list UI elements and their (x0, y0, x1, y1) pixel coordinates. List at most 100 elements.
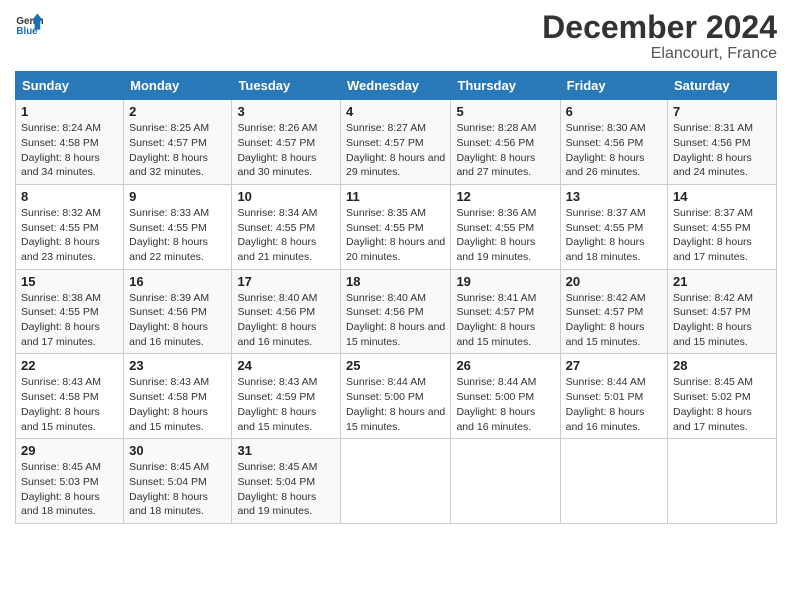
calendar-cell: 19 Sunrise: 8:41 AMSunset: 4:57 PMDayligh… (451, 269, 560, 354)
logo: General Blue (15, 10, 43, 38)
day-info: Sunrise: 8:24 AMSunset: 4:58 PMDaylight:… (21, 121, 118, 180)
day-info: Sunrise: 8:25 AMSunset: 4:57 PMDaylight:… (129, 121, 226, 180)
calendar-week-row: 8 Sunrise: 8:32 AMSunset: 4:55 PMDaylight… (16, 184, 777, 269)
day-number: 11 (346, 189, 445, 204)
day-info: Sunrise: 8:37 AMSunset: 4:55 PMDaylight:… (673, 206, 771, 265)
day-number: 16 (129, 274, 226, 289)
location-subtitle: Elancourt, France (542, 45, 777, 63)
day-number: 18 (346, 274, 445, 289)
calendar-cell: 18 Sunrise: 8:40 AMSunset: 4:56 PMDayligh… (341, 269, 451, 354)
calendar-cell: 9 Sunrise: 8:33 AMSunset: 4:55 PMDaylight… (124, 184, 232, 269)
calendar-cell: 12Sunrise: 8:36 AMSunset: 4:55 PMDayligh… (451, 184, 560, 269)
calendar-cell: 29Sunrise: 8:45 AMSunset: 5:03 PMDayligh… (16, 439, 124, 524)
logo-icon: General Blue (15, 10, 43, 38)
day-number: 6 (566, 104, 662, 119)
calendar-cell: 30 Sunrise: 8:45 AMSunset: 5:04 PMDayligh… (124, 439, 232, 524)
day-number: 19 (456, 274, 554, 289)
calendar-cell: 26Sunrise: 8:44 AMSunset: 5:00 PMDayligh… (451, 354, 560, 439)
day-info: Sunrise: 8:26 AMSunset: 4:57 PMDaylight:… (237, 121, 335, 180)
calendar-cell: 14 Sunrise: 8:37 AMSunset: 4:55 PMDayligh… (668, 184, 777, 269)
calendar-week-row: 15Sunrise: 8:38 AMSunset: 4:55 PMDayligh… (16, 269, 777, 354)
day-number: 28 (673, 358, 771, 373)
day-number: 7 (673, 104, 771, 119)
calendar-cell (560, 439, 667, 524)
day-info: Sunrise: 8:31 AMSunset: 4:56 PMDaylight:… (673, 121, 771, 180)
calendar-cell: 17 Sunrise: 8:40 AMSunset: 4:56 PMDayligh… (232, 269, 341, 354)
day-info: Sunrise: 8:45 AMSunset: 5:02 PMDaylight:… (673, 375, 771, 434)
calendar-cell: 22 Sunrise: 8:43 AMSunset: 4:58 PMDayligh… (16, 354, 124, 439)
calendar-header-wednesday: Wednesday (341, 72, 451, 100)
day-info: Sunrise: 8:45 AMSunset: 5:04 PMDaylight:… (129, 460, 226, 519)
day-info: Sunrise: 8:41 AMSunset: 4:57 PMDaylight:… (456, 291, 554, 350)
day-info: Sunrise: 8:27 AMSunset: 4:57 PMDaylight:… (346, 121, 445, 180)
day-info: Sunrise: 8:32 AMSunset: 4:55 PMDaylight:… (21, 206, 118, 265)
calendar-cell: 15Sunrise: 8:38 AMSunset: 4:55 PMDayligh… (16, 269, 124, 354)
calendar-cell: 3 Sunrise: 8:26 AMSunset: 4:57 PMDaylight… (232, 100, 341, 185)
calendar-cell: 21 Sunrise: 8:42 AMSunset: 4:57 PMDayligh… (668, 269, 777, 354)
calendar-week-row: 29Sunrise: 8:45 AMSunset: 5:03 PMDayligh… (16, 439, 777, 524)
day-number: 4 (346, 104, 445, 119)
calendar-cell (451, 439, 560, 524)
day-number: 17 (237, 274, 335, 289)
day-number: 20 (566, 274, 662, 289)
calendar-cell: 5 Sunrise: 8:28 AMSunset: 4:56 PMDaylight… (451, 100, 560, 185)
day-info: Sunrise: 8:44 AMSunset: 5:00 PMDaylight:… (456, 375, 554, 434)
calendar-cell: 25Sunrise: 8:44 AMSunset: 5:00 PMDayligh… (341, 354, 451, 439)
day-number: 5 (456, 104, 554, 119)
calendar-cell: 8 Sunrise: 8:32 AMSunset: 4:55 PMDaylight… (16, 184, 124, 269)
day-info: Sunrise: 8:40 AMSunset: 4:56 PMDaylight:… (346, 291, 445, 350)
day-number: 8 (21, 189, 118, 204)
day-number: 27 (566, 358, 662, 373)
calendar-header-thursday: Thursday (451, 72, 560, 100)
day-info: Sunrise: 8:43 AMSunset: 4:58 PMDaylight:… (129, 375, 226, 434)
day-number: 9 (129, 189, 226, 204)
day-info: Sunrise: 8:39 AMSunset: 4:56 PMDaylight:… (129, 291, 226, 350)
calendar-header-monday: Monday (124, 72, 232, 100)
day-number: 31 (237, 443, 335, 458)
calendar-week-row: 22 Sunrise: 8:43 AMSunset: 4:58 PMDayligh… (16, 354, 777, 439)
day-number: 10 (237, 189, 335, 204)
day-info: Sunrise: 8:30 AMSunset: 4:56 PMDaylight:… (566, 121, 662, 180)
day-number: 3 (237, 104, 335, 119)
calendar-cell: 7 Sunrise: 8:31 AMSunset: 4:56 PMDaylight… (668, 100, 777, 185)
day-info: Sunrise: 8:33 AMSunset: 4:55 PMDaylight:… (129, 206, 226, 265)
calendar-header-saturday: Saturday (668, 72, 777, 100)
calendar-week-row: 1 Sunrise: 8:24 AMSunset: 4:58 PMDaylight… (16, 100, 777, 185)
title-area: December 2024 Elancourt, France (542, 10, 777, 63)
day-number: 15 (21, 274, 118, 289)
day-number: 24 (237, 358, 335, 373)
calendar-header-friday: Friday (560, 72, 667, 100)
day-info: Sunrise: 8:34 AMSunset: 4:55 PMDaylight:… (237, 206, 335, 265)
calendar-cell: 24 Sunrise: 8:43 AMSunset: 4:59 PMDayligh… (232, 354, 341, 439)
day-info: Sunrise: 8:42 AMSunset: 4:57 PMDaylight:… (673, 291, 771, 350)
calendar-cell: 28 Sunrise: 8:45 AMSunset: 5:02 PMDayligh… (668, 354, 777, 439)
calendar-cell: 4 Sunrise: 8:27 AMSunset: 4:57 PMDaylight… (341, 100, 451, 185)
day-info: Sunrise: 8:45 AMSunset: 5:03 PMDaylight:… (21, 460, 118, 519)
day-info: Sunrise: 8:43 AMSunset: 4:58 PMDaylight:… (21, 375, 118, 434)
calendar-cell: 31 Sunrise: 8:45 AMSunset: 5:04 PMDayligh… (232, 439, 341, 524)
day-info: Sunrise: 8:44 AMSunset: 5:01 PMDaylight:… (566, 375, 662, 434)
day-info: Sunrise: 8:42 AMSunset: 4:57 PMDaylight:… (566, 291, 662, 350)
day-number: 1 (21, 104, 118, 119)
day-number: 22 (21, 358, 118, 373)
calendar-table: SundayMondayTuesdayWednesdayThursdayFrid… (15, 71, 777, 524)
day-info: Sunrise: 8:45 AMSunset: 5:04 PMDaylight:… (237, 460, 335, 519)
day-number: 21 (673, 274, 771, 289)
calendar-cell: 6 Sunrise: 8:30 AMSunset: 4:56 PMDaylight… (560, 100, 667, 185)
day-number: 25 (346, 358, 445, 373)
day-number: 23 (129, 358, 226, 373)
day-info: Sunrise: 8:28 AMSunset: 4:56 PMDaylight:… (456, 121, 554, 180)
day-info: Sunrise: 8:43 AMSunset: 4:59 PMDaylight:… (237, 375, 335, 434)
calendar-cell (341, 439, 451, 524)
calendar-cell: 20 Sunrise: 8:42 AMSunset: 4:57 PMDayligh… (560, 269, 667, 354)
day-info: Sunrise: 8:37 AMSunset: 4:55 PMDaylight:… (566, 206, 662, 265)
day-info: Sunrise: 8:40 AMSunset: 4:56 PMDaylight:… (237, 291, 335, 350)
day-number: 30 (129, 443, 226, 458)
calendar-cell: 23 Sunrise: 8:43 AMSunset: 4:58 PMDayligh… (124, 354, 232, 439)
day-number: 14 (673, 189, 771, 204)
day-number: 12 (456, 189, 554, 204)
calendar-cell: 1 Sunrise: 8:24 AMSunset: 4:58 PMDaylight… (16, 100, 124, 185)
calendar-cell: 13Sunrise: 8:37 AMSunset: 4:55 PMDayligh… (560, 184, 667, 269)
calendar-cell: 10 Sunrise: 8:34 AMSunset: 4:55 PMDayligh… (232, 184, 341, 269)
calendar-cell: 2Sunrise: 8:25 AMSunset: 4:57 PMDaylight… (124, 100, 232, 185)
